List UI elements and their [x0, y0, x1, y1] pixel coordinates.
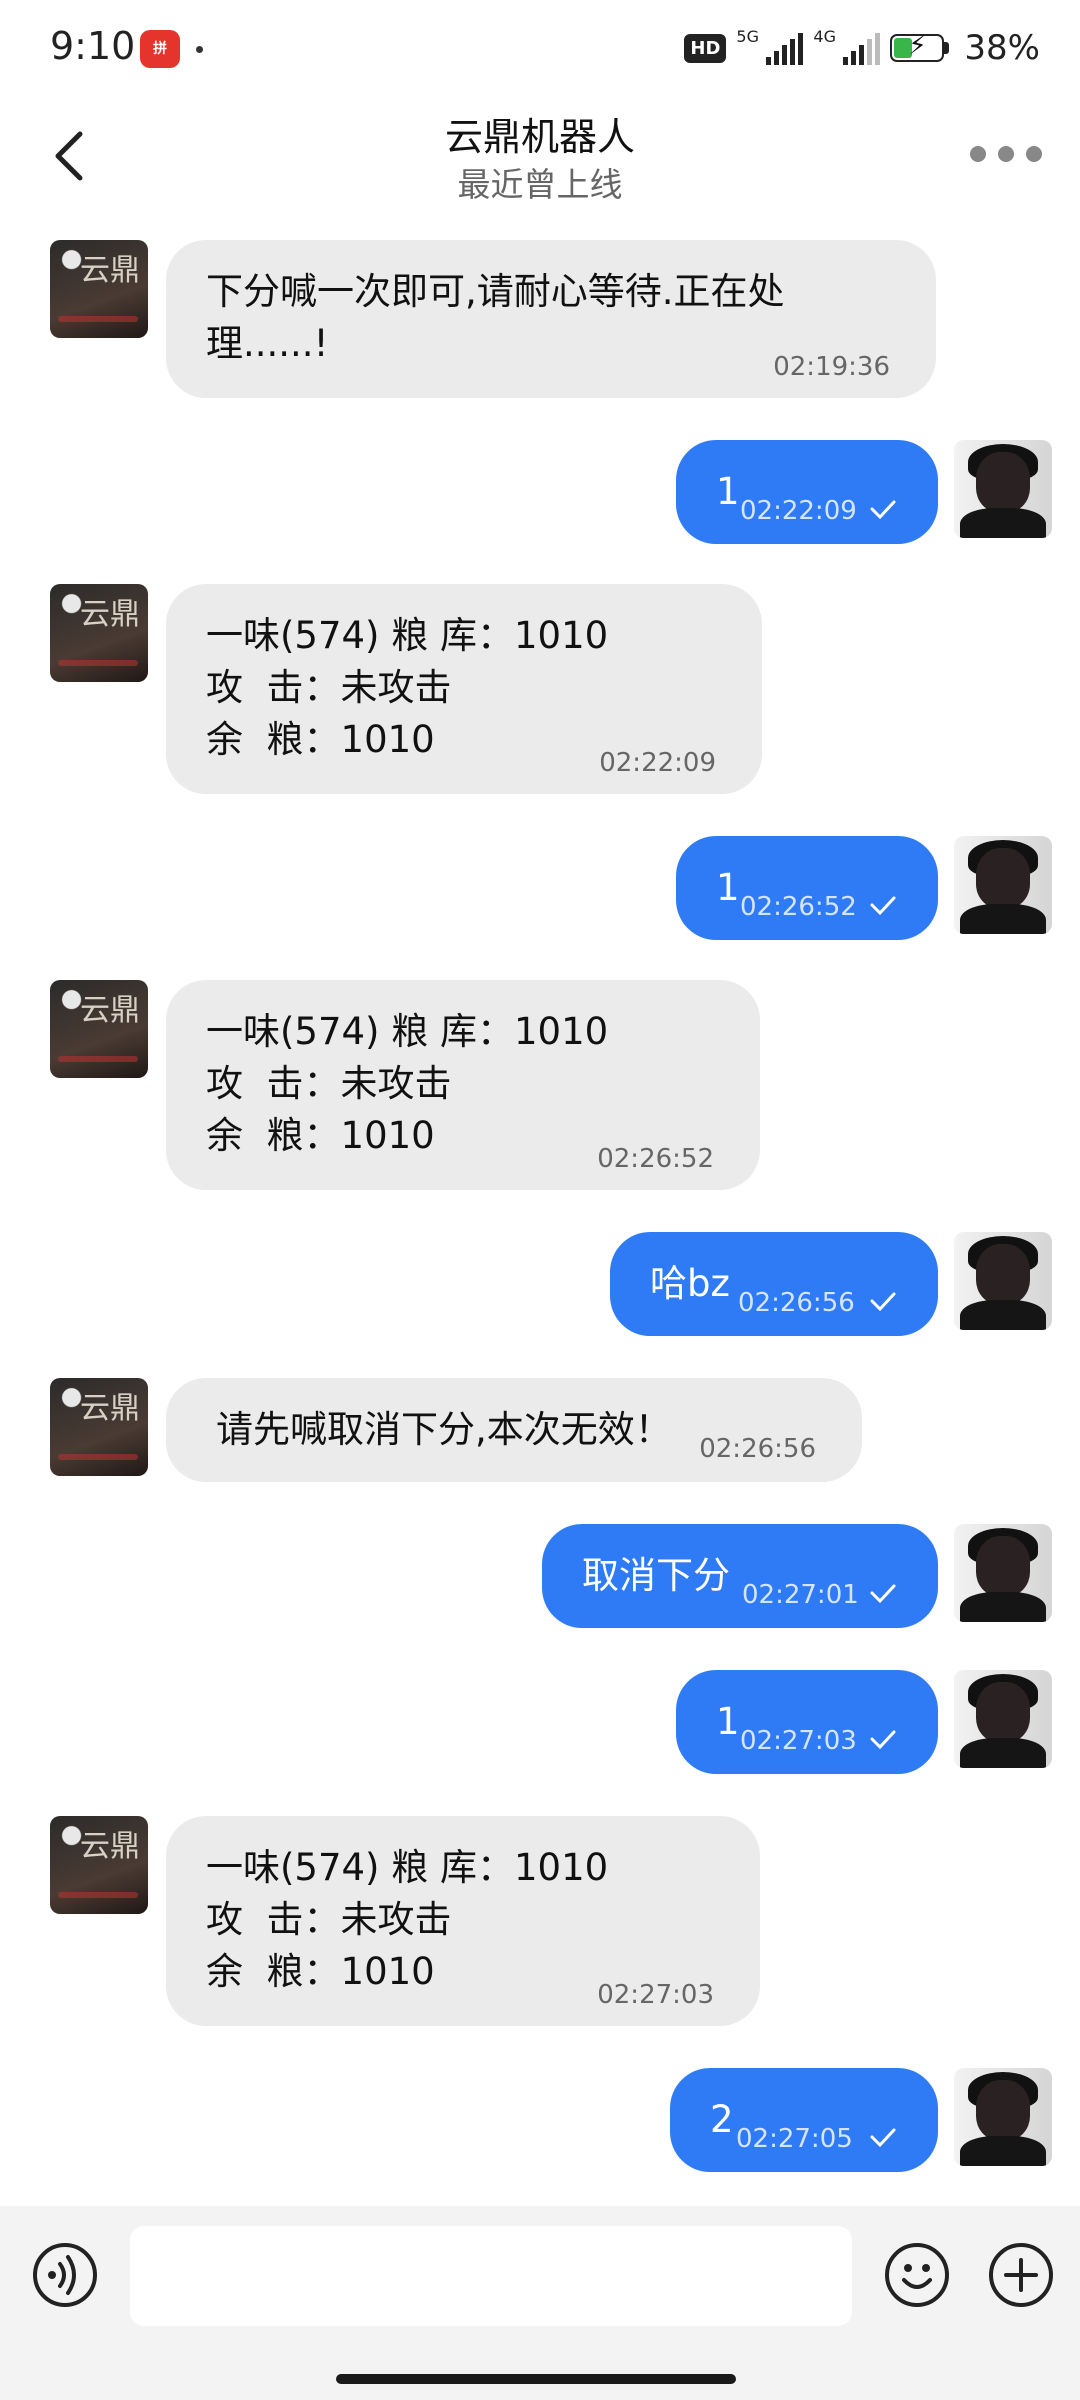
message-text: 哈bz — [650, 1262, 730, 1305]
bot-avatar[interactable]: 云鼎 — [50, 584, 148, 682]
chat-screen: 9:10 拼 HD 5G 4G ⚡ 38% 云鼎机器人 最近曾上线 云鼎 下分喊… — [0, 0, 1080, 2400]
bot-avatar[interactable]: 云鼎 — [50, 1816, 148, 1914]
battery-charging-icon: ⚡ — [890, 31, 954, 63]
outgoing-message[interactable]: 1 02:26:52 — [676, 836, 938, 940]
status-time: 9:10 — [50, 24, 136, 68]
input-bar — [0, 2206, 1080, 2400]
notification-dot-icon — [196, 46, 203, 53]
read-check-icon — [870, 1730, 896, 1750]
user-avatar[interactable] — [954, 1524, 1052, 1622]
app-notification-icon: 拼 — [140, 30, 180, 68]
user-avatar[interactable] — [954, 1670, 1052, 1768]
incoming-message[interactable]: 下分喊一次即可,请耐心等待.正在处 理......! 02:19:36 — [166, 240, 936, 398]
chat-title: 云鼎机器人 — [444, 115, 635, 159]
message-text: 一味(574) 粮 库：1010 攻 击：未攻击 余 粮：1010 — [206, 1010, 609, 1157]
message-time: 02:26:56 — [699, 1434, 816, 1464]
read-check-icon — [870, 1584, 896, 1604]
read-check-icon — [870, 896, 896, 916]
voice-icon[interactable] — [32, 2242, 98, 2308]
chat-header: 云鼎机器人 最近曾上线 — [0, 96, 1080, 220]
status-indicators: HD 5G 4G ⚡ 38% — [684, 26, 1040, 70]
message-text: 1 — [716, 470, 740, 513]
incoming-message[interactable]: 一味(574) 粮 库：1010 攻 击：未攻击 余 粮：1010 02:22:… — [166, 584, 762, 794]
read-check-icon — [870, 2128, 896, 2148]
message-input[interactable] — [130, 2226, 852, 2326]
read-check-icon — [870, 500, 896, 520]
bot-avatar[interactable]: 云鼎 — [50, 980, 148, 1078]
incoming-message[interactable]: 一味(574) 粮 库：1010 攻 击：未攻击 余 粮：1010 02:27:… — [166, 1816, 760, 2026]
message-text: 2 — [710, 2098, 734, 2141]
message-text: 请先喊取消下分,本次无效！ — [216, 1408, 672, 1451]
message-text: 取消下分 — [582, 1554, 730, 1597]
signal-4g-icon: 4G — [813, 27, 881, 65]
battery-percent: 38% — [964, 28, 1040, 68]
user-avatar[interactable] — [954, 2068, 1052, 2166]
user-avatar[interactable] — [954, 440, 1052, 538]
message-text: 1 — [716, 1700, 740, 1743]
hd-voice-icon: HD — [684, 33, 727, 63]
outgoing-message[interactable]: 2 02:27:05 — [670, 2068, 938, 2172]
emoji-icon[interactable] — [884, 2242, 950, 2308]
bot-avatar[interactable]: 云鼎 — [50, 240, 148, 338]
message-time: 02:19:36 — [773, 352, 890, 382]
user-avatar[interactable] — [954, 1232, 1052, 1330]
user-avatar[interactable] — [954, 836, 1052, 934]
incoming-message[interactable]: 一味(574) 粮 库：1010 攻 击：未攻击 余 粮：1010 02:26:… — [166, 980, 760, 1190]
message-time: 02:27:03 — [597, 1980, 714, 2010]
message-time: 02:22:09 — [740, 496, 857, 526]
outgoing-message[interactable]: 1 02:27:03 — [676, 1670, 938, 1774]
message-time: 02:26:56 — [738, 1288, 855, 1318]
message-text: 1 — [716, 866, 740, 909]
message-time: 02:26:52 — [597, 1144, 714, 1174]
message-text: 一味(574) 粮 库：1010 攻 击：未攻击 余 粮：1010 — [206, 614, 609, 761]
message-text: 一味(574) 粮 库：1010 攻 击：未攻击 余 粮：1010 — [206, 1846, 609, 1993]
message-time: 02:22:09 — [599, 748, 716, 778]
incoming-message[interactable]: 请先喊取消下分,本次无效！ 02:26:56 — [166, 1378, 862, 1482]
bot-avatar[interactable]: 云鼎 — [50, 1378, 148, 1476]
add-icon[interactable] — [988, 2242, 1054, 2308]
message-time: 02:27:01 — [742, 1580, 859, 1610]
outgoing-message[interactable]: 1 02:22:09 — [676, 440, 938, 544]
message-time: 02:27:05 — [736, 2124, 853, 2154]
outgoing-message[interactable]: 取消下分 02:27:01 — [542, 1524, 938, 1628]
home-indicator[interactable] — [336, 2374, 736, 2384]
status-bar: 9:10 拼 HD 5G 4G ⚡ 38% — [0, 0, 1080, 96]
message-time: 02:27:03 — [740, 1726, 857, 1756]
online-status: 最近曾上线 — [457, 165, 623, 204]
message-text: 下分喊一次即可,请耐心等待.正在处 理......! — [206, 270, 785, 365]
signal-5g-icon: 5G — [736, 27, 804, 65]
read-check-icon — [870, 1292, 896, 1312]
outgoing-message[interactable]: 哈bz 02:26:56 — [610, 1232, 938, 1336]
more-options-icon[interactable] — [970, 146, 1042, 162]
message-time: 02:26:52 — [740, 892, 857, 922]
